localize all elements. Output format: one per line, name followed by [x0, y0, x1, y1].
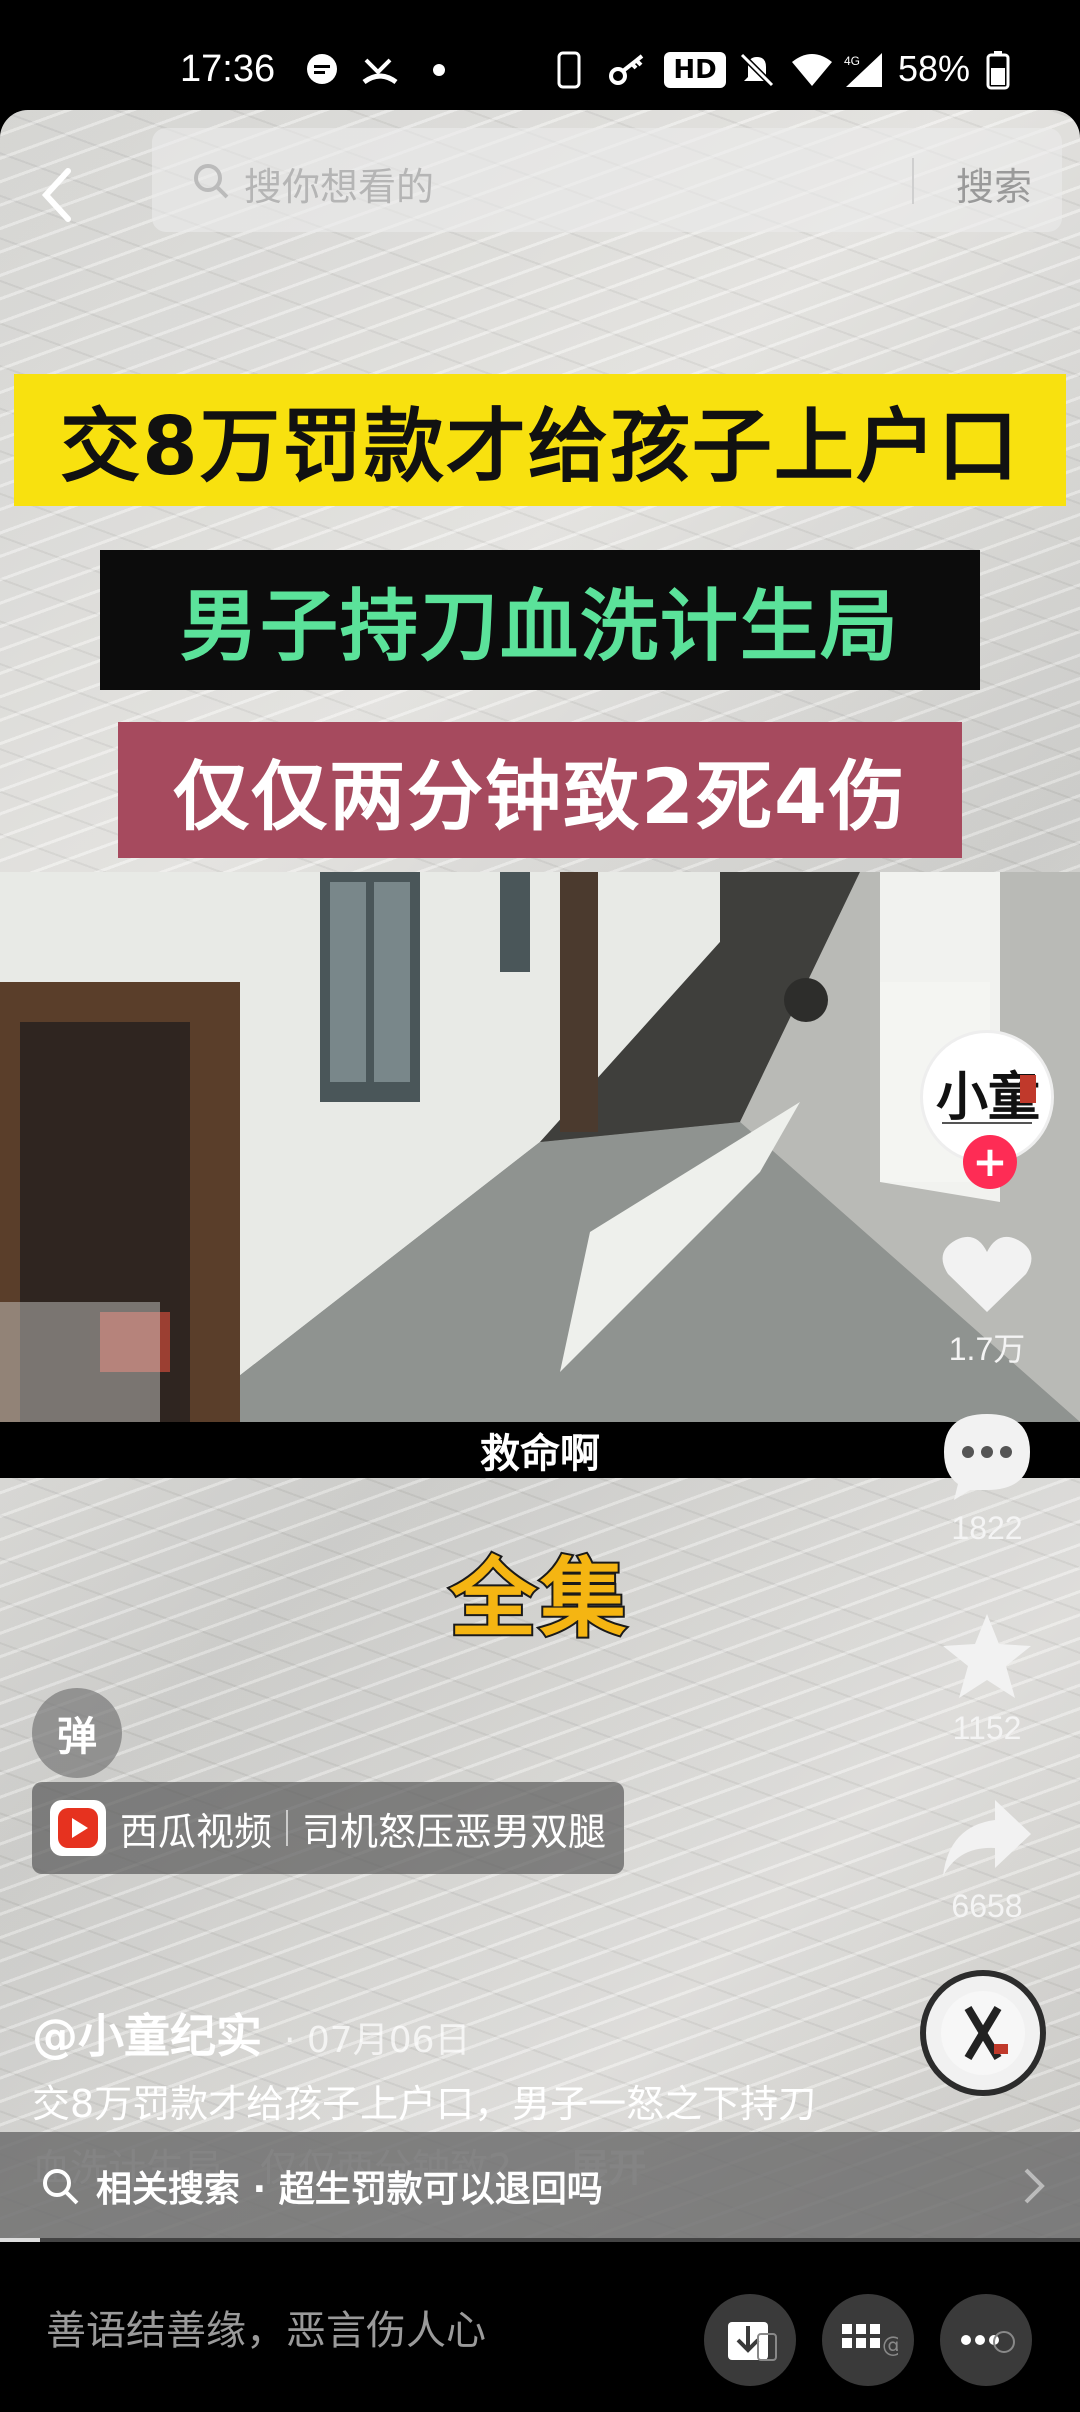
battery-percent: 58%	[897, 48, 970, 89]
related-search-bar[interactable]: 相关搜索 · 超生罚款可以退回吗	[0, 2132, 1080, 2240]
heart-icon	[942, 1236, 1032, 1312]
search-placeholder: 搜你想看的	[244, 165, 435, 209]
mute-icon	[738, 52, 776, 88]
video-subtitle: 救命啊	[0, 1422, 1080, 1478]
key-icon	[608, 52, 648, 88]
status-bar: 17:36 HD 4G 58%	[0, 0, 1080, 110]
star-icon	[943, 1614, 1031, 1698]
missed-call-icon	[360, 52, 400, 88]
share-button[interactable]: 6658	[920, 1796, 1054, 1925]
battery-icon	[986, 51, 1010, 90]
headline-banner-2: 男子持刀血洗计生局	[100, 550, 980, 690]
chip-divider	[286, 1810, 289, 1846]
share-count: 6658	[951, 1888, 1023, 1924]
avatar-logo: 小童	[936, 1067, 1040, 1128]
search-icon	[194, 164, 229, 199]
chevron-right-icon	[1024, 2168, 1045, 2204]
favorite-count: 1152	[952, 1710, 1022, 1746]
grid-mention-button[interactable]: @	[822, 2294, 914, 2386]
hd-badge: HD	[664, 52, 726, 88]
svg-text:4G: 4G	[844, 54, 860, 68]
message-icon	[304, 52, 340, 88]
author-name[interactable]: @小童纪实	[32, 2000, 262, 2066]
music-disc[interactable]	[920, 1970, 1046, 2096]
related-search-text: 相关搜索 · 超生罚款可以退回吗	[96, 2169, 603, 2210]
video-player[interactable]: 搜你想看的 搜索 交8万罚款才给孩子上户口 男子持刀血洗计生局 仅仅两分钟致2死…	[0, 110, 1080, 2240]
favorite-button[interactable]: 1152	[920, 1610, 1054, 1747]
collection-label[interactable]: 全集	[0, 1528, 1080, 1653]
follow-button[interactable]: +	[963, 1135, 1017, 1189]
more-emoji-button[interactable]	[940, 2294, 1032, 2386]
action-rail: 小童 + 1.7万 1822 1152 6658	[920, 110, 1080, 2240]
source-title: 司机怒压恶男双腿	[302, 1809, 607, 1854]
signal-icon: 4G	[842, 52, 886, 88]
comment-icon	[944, 1414, 1030, 1500]
post-date: · 07月06日	[284, 2020, 471, 2061]
comment-count: 1822	[951, 1510, 1023, 1546]
comment-bar: 善语结善缘，恶言伤人心 @	[0, 2242, 1080, 2412]
like-button[interactable]: 1.7万	[920, 1232, 1054, 1370]
status-time: 17:36	[180, 48, 276, 90]
video-frame	[0, 872, 1080, 1422]
headline-banner-3: 仅仅两分钟致2死4伤	[118, 722, 962, 858]
author-row: @小童纪实 · 07月06日	[32, 2000, 471, 2066]
back-button[interactable]	[40, 150, 100, 240]
search-icon	[43, 2169, 79, 2205]
corridor-scene	[0, 872, 1080, 1422]
comment-input[interactable]: 善语结善缘，恶言伤人心	[46, 2298, 486, 2356]
music-disc-logo	[941, 1991, 1025, 2075]
more-icon	[961, 2331, 1015, 2353]
source-app-name: 西瓜视频	[120, 1809, 273, 1854]
search-divider	[912, 158, 914, 204]
dot-icon	[432, 52, 446, 88]
danmaku-toggle-button[interactable]: 弹	[32, 1688, 122, 1778]
share-icon	[943, 1800, 1031, 1876]
source-chip[interactable]: 西瓜视频 司机怒压恶男双腿	[32, 1782, 625, 1874]
like-count: 1.7万	[948, 1331, 1026, 1367]
xigua-logo-icon	[50, 1800, 106, 1856]
svg-text:@: @	[882, 2333, 898, 2358]
wifi-icon	[790, 52, 834, 88]
download-icon	[728, 2322, 777, 2361]
grid-icon: @	[842, 2324, 898, 2358]
comment-button[interactable]: 1822	[920, 1410, 1054, 1547]
download-image-button[interactable]	[704, 2294, 796, 2386]
headline-banner-1: 交8万罚款才给孩子上户口	[14, 374, 1066, 506]
phone-icon	[556, 51, 582, 89]
